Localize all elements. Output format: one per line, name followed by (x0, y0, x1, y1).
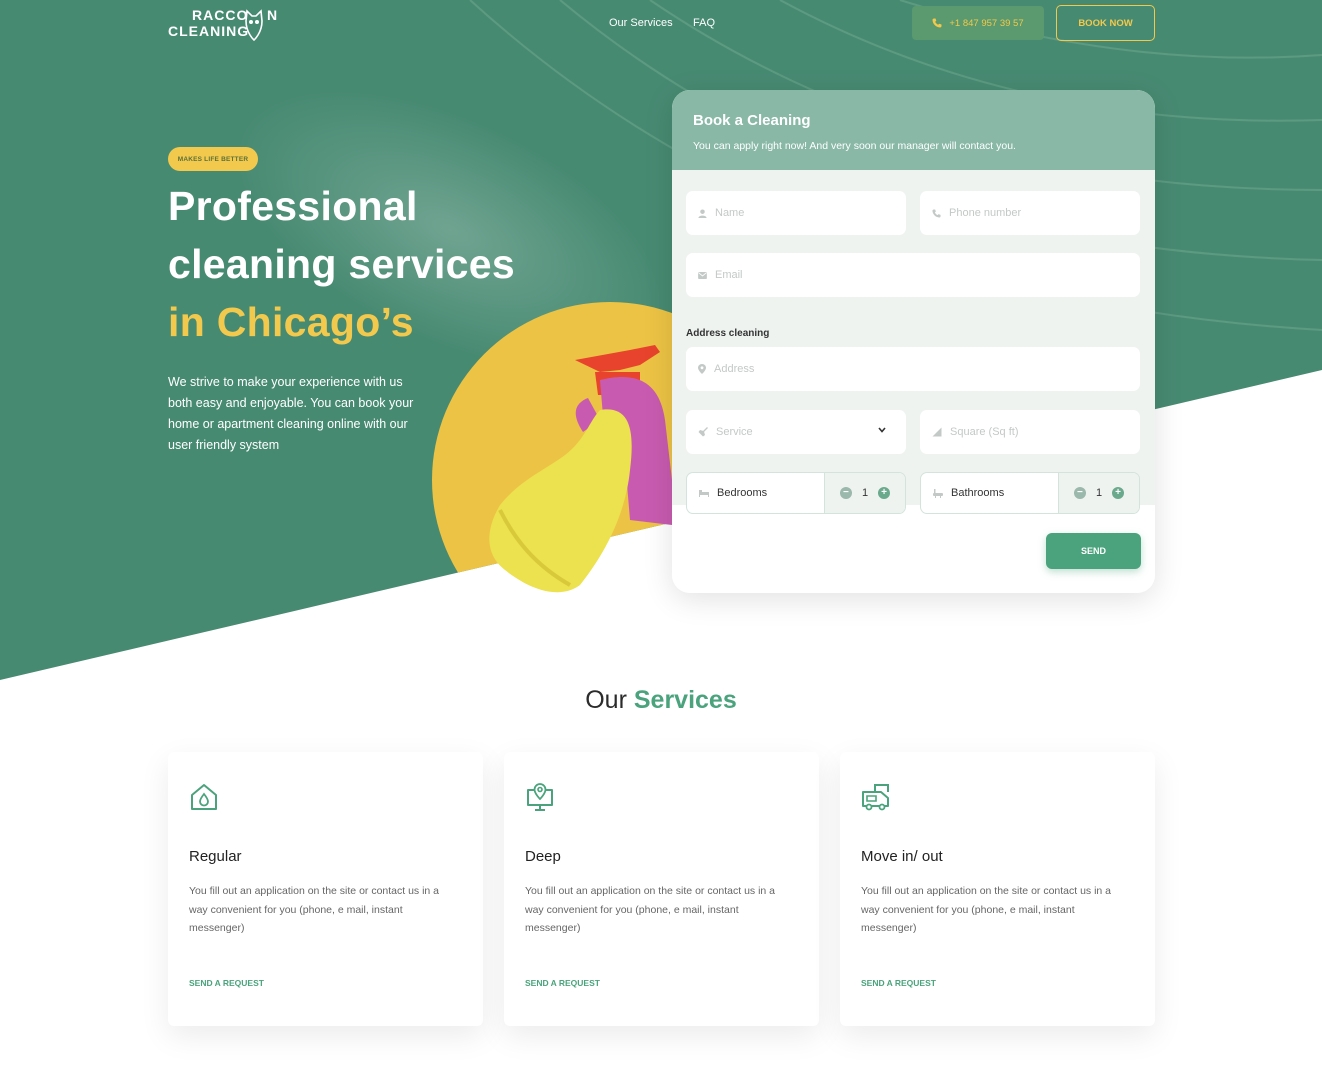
service-card-desc-line: way convenient for you (phone, e mail, i… (525, 903, 739, 916)
bed-icon (699, 490, 709, 497)
nav-our-services[interactable]: Our Services (609, 17, 673, 29)
bathrooms-value: 1 (1095, 487, 1103, 499)
bedrooms-decrement-button[interactable]: − (839, 487, 852, 499)
square-field[interactable]: Square (Sq ft) (920, 410, 1140, 454)
bedrooms-counter: Bedrooms − 1 + (686, 472, 906, 514)
service-card-desc-line: You fill out an application on the site … (861, 885, 1112, 897)
location-icon (698, 364, 706, 374)
broom-icon (698, 427, 708, 437)
service-card-desc-line: You fill out an application on the site … (189, 885, 440, 897)
mail-icon (698, 271, 707, 279)
send-request-link[interactable]: SEND A REQUEST (861, 978, 936, 988)
services-title-accent: Services (633, 686, 737, 714)
booking-form: Name Phone number Email Address cleaning… (672, 170, 1155, 593)
map-pin-board-icon (527, 783, 553, 811)
service-placeholder: Service (716, 426, 753, 438)
logo[interactable]: RACCO N CLEANING (168, 7, 280, 41)
phone-button[interactable]: +1 847 957 39 57 (912, 6, 1044, 40)
service-card-move: Move in/ out You fill out an application… (840, 752, 1155, 1026)
hero-lead-line: user friendly system (168, 438, 280, 452)
name-field[interactable]: Name (686, 191, 906, 235)
logo-line1-end: N (267, 7, 279, 23)
bathrooms-label: Bathrooms (951, 487, 1005, 499)
service-card-title: Deep (525, 848, 561, 865)
bedrooms-value: 1 (861, 487, 869, 499)
name-placeholder: Name (715, 207, 745, 219)
email-placeholder: Email (715, 269, 743, 281)
service-card-desc: You fill out an application on the site … (525, 882, 800, 938)
book-now-button[interactable]: BOOK NOW (1056, 5, 1155, 41)
home-drop-icon (191, 784, 217, 810)
service-card-desc-line: You fill out an application on the site … (525, 885, 776, 897)
bedrooms-increment-button[interactable]: + (878, 487, 891, 499)
service-card-title: Move in/ out (861, 848, 943, 865)
bedrooms-label: Bedrooms (717, 487, 768, 499)
email-field[interactable]: Email (686, 253, 1140, 297)
service-card-regular: Regular You fill out an application on t… (168, 752, 483, 1026)
address-placeholder: Address (714, 363, 755, 375)
services-title-plain: Our (585, 686, 627, 714)
service-card-desc-line: messenger) (189, 922, 245, 934)
bath-icon (933, 489, 943, 498)
booking-subtitle: You can apply right now! And very soon o… (693, 140, 1016, 152)
services-title: Our Services (0, 686, 1322, 715)
service-card-desc: You fill out an application on the site … (189, 882, 464, 938)
logo-line2: CLEANING (168, 23, 250, 39)
hero-lead: We strive to make your experience with u… (168, 372, 428, 456)
booking-card: Book a Cleaning You can apply right now!… (672, 90, 1155, 593)
address-label: Address cleaning (686, 328, 770, 339)
hero-lead-line: home or apartment cleaning online with o… (168, 417, 408, 431)
address-field[interactable]: Address (686, 347, 1140, 391)
phone-field[interactable]: Phone number (920, 191, 1140, 235)
send-request-link[interactable]: SEND A REQUEST (189, 978, 264, 988)
user-icon (698, 208, 707, 218)
nav-faq[interactable]: FAQ (693, 17, 715, 29)
logo-line1: RACCO (192, 7, 249, 23)
chevron-down-icon (878, 427, 886, 433)
booking-card-header: Book a Cleaning You can apply right now!… (672, 90, 1155, 170)
square-placeholder: Square (Sq ft) (950, 426, 1019, 438)
page: RACCO N CLEANING Our Services FAQ +1 847… (0, 0, 1322, 1076)
service-card-deep: Deep You fill out an application on the … (504, 752, 819, 1026)
service-card-desc: You fill out an application on the site … (861, 882, 1136, 938)
service-card-desc-line: way convenient for you (phone, e mail, i… (861, 903, 1075, 916)
service-card-desc-line: way convenient for you (phone, e mail, i… (189, 903, 403, 916)
area-icon (932, 427, 942, 437)
hero-title-line3: in Chicago’s (168, 299, 414, 345)
phone-number: +1 847 957 39 57 (949, 17, 1024, 29)
send-button[interactable]: SEND (1046, 533, 1141, 569)
bathrooms-decrement-button[interactable]: − (1073, 487, 1086, 499)
phone-placeholder: Phone number (949, 207, 1022, 219)
hero-lead-line: both easy and enjoyable. You can book yo… (168, 396, 414, 410)
hero-title-line2: cleaning services (168, 241, 515, 287)
bathrooms-counter: Bathrooms − 1 + (920, 472, 1140, 514)
phone-icon (932, 208, 941, 218)
moving-truck-icon (862, 784, 889, 811)
hero-title-line1: Professional (168, 183, 418, 229)
hero-lead-line: We strive to make your experience with u… (168, 375, 403, 389)
service-select[interactable]: Service (686, 410, 906, 454)
service-card-title: Regular (189, 848, 242, 865)
phone-icon (932, 18, 942, 28)
service-card-desc-line: messenger) (861, 922, 917, 934)
bathrooms-increment-button[interactable]: + (1112, 487, 1125, 499)
hero-badge: MAKES LIFE BETTER (168, 147, 258, 171)
service-card-desc-line: messenger) (525, 922, 581, 934)
booking-title: Book a Cleaning (693, 112, 811, 129)
send-request-link[interactable]: SEND A REQUEST (525, 978, 600, 988)
